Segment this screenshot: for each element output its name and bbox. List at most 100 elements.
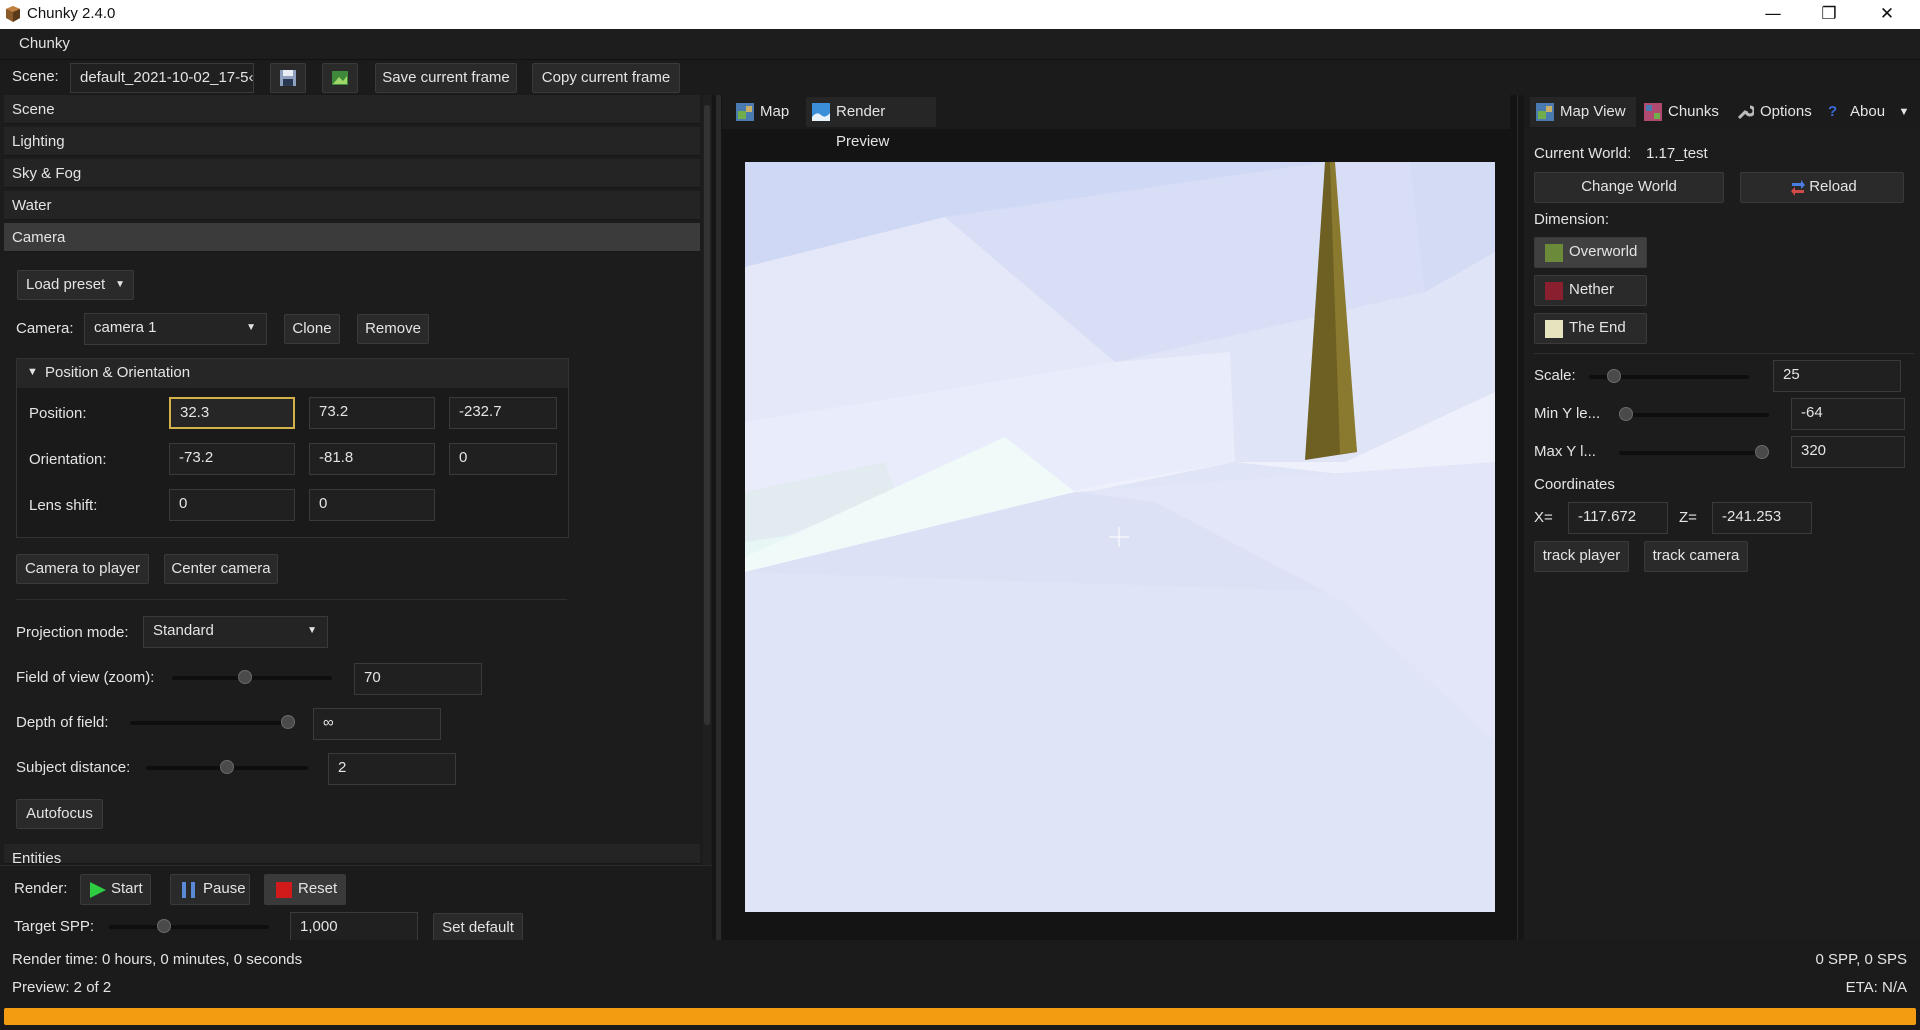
camera-to-player-button[interactable]: Camera to player [16, 554, 149, 584]
camera-select-value: camera 1 [94, 319, 157, 336]
copy-current-frame-button[interactable]: Copy current frame [532, 63, 680, 93]
save-scene-button[interactable] [270, 63, 306, 93]
position-z-field[interactable]: -232.7 [449, 397, 557, 429]
scene-label: Scene: [12, 68, 59, 85]
fov-label: Field of view (zoom): [16, 669, 155, 686]
scene-settings-panel: Scene Lighting Sky & Fog Water Camera Lo… [0, 95, 712, 944]
tab-options[interactable]: Options [1730, 97, 1818, 127]
dimension-overworld-button[interactable]: Overworld [1534, 237, 1647, 268]
remove-camera-button[interactable]: Remove [357, 314, 429, 344]
section-entities[interactable]: Entities [4, 844, 700, 864]
lens-shift-y-field[interactable]: 0 [309, 489, 435, 521]
track-player-button[interactable]: track player [1534, 541, 1629, 572]
position-orientation-header[interactable]: ▼ Position & Orientation [17, 359, 568, 388]
minimize-button[interactable]: — [1744, 0, 1802, 29]
scale-field[interactable]: 25 [1773, 360, 1901, 392]
depth-of-field-slider-knob[interactable] [281, 715, 295, 729]
menu-chunky[interactable]: Chunky [19, 35, 70, 52]
projection-mode-select[interactable]: Standard ▼ [143, 616, 328, 648]
position-x-field[interactable]: 32.3 [169, 397, 295, 429]
min-y-slider[interactable] [1619, 407, 1769, 421]
min-y-label: Min Y le... [1534, 405, 1601, 422]
image-folder-icon [332, 71, 348, 85]
target-spp-slider-knob[interactable] [157, 919, 172, 933]
reset-render-button[interactable]: Reset [264, 874, 346, 905]
map-tabbar: Map View Chunks Options ? Abou ▼ [1524, 95, 1920, 129]
chunks-icon [1644, 103, 1662, 121]
depth-of-field-slider[interactable] [130, 715, 295, 729]
target-spp-slider[interactable] [109, 919, 269, 933]
load-preset-label: Load preset [26, 276, 106, 293]
pause-label: Pause [203, 880, 246, 897]
subject-distance-field[interactable]: 2 [328, 753, 456, 785]
tab-overflow-button[interactable]: ▼ [1892, 97, 1916, 127]
max-y-slider-knob[interactable] [1755, 445, 1769, 459]
depth-of-field-field[interactable]: ∞ [313, 708, 441, 740]
max-y-slider[interactable] [1619, 445, 1769, 459]
render-canvas[interactable] [745, 162, 1495, 912]
section-scene[interactable]: Scene [4, 95, 700, 124]
pause-render-button[interactable]: Pause [170, 874, 250, 905]
orientation-yaw-field[interactable]: -73.2 [169, 443, 295, 475]
scale-label: Scale: [1534, 367, 1576, 384]
clone-camera-button[interactable]: Clone [284, 314, 340, 344]
maximize-button[interactable]: ❐ [1800, 0, 1858, 29]
lens-shift-x-field[interactable]: 0 [169, 489, 295, 521]
subject-distance-slider[interactable] [146, 760, 308, 774]
center-camera-button[interactable]: Center camera [164, 554, 278, 584]
load-scene-button[interactable] [322, 63, 358, 93]
render-image [745, 162, 1495, 912]
tab-render-preview[interactable]: Render Preview [806, 97, 936, 150]
autofocus-button[interactable]: Autofocus [16, 799, 103, 829]
section-water[interactable]: Water [4, 191, 700, 220]
lens-shift-label: Lens shift: [29, 497, 98, 514]
fov-field[interactable]: 70 [354, 663, 482, 695]
load-preset-dropdown[interactable]: Load preset ▼ [17, 270, 134, 300]
dimension-nether-button[interactable]: Nether [1534, 275, 1647, 306]
reload-button[interactable]: Reload [1740, 172, 1904, 203]
orientation-pitch-field[interactable]: -81.8 [309, 443, 435, 475]
position-y-field[interactable]: 73.2 [309, 397, 435, 429]
scrollbar-thumb[interactable] [704, 105, 710, 725]
fov-slider-knob[interactable] [237, 670, 252, 684]
tab-map[interactable]: Map [730, 97, 802, 127]
save-current-frame-button[interactable]: Save current frame [375, 63, 517, 93]
current-world-label: Current World: [1534, 145, 1632, 162]
scene-name-field[interactable]: default_2021-10-02_17-5‹ [70, 63, 254, 93]
section-camera[interactable]: Camera [4, 223, 700, 252]
map-panel: Map View Chunks Options ? Abou ▼ Current… [1524, 95, 1920, 940]
dimension-end-button[interactable]: The End [1534, 313, 1647, 344]
min-y-field[interactable]: -64 [1791, 398, 1905, 430]
tab-map-view[interactable]: Map View [1530, 97, 1636, 127]
z-coord-field[interactable]: -241.253 [1712, 502, 1812, 534]
start-render-button[interactable]: Start [80, 874, 151, 905]
close-button[interactable]: ✕ [1858, 0, 1916, 29]
min-y-slider-knob[interactable] [1619, 407, 1633, 421]
camera-select[interactable]: camera 1 ▼ [84, 313, 267, 345]
section-lighting[interactable]: Lighting [4, 127, 700, 156]
max-y-field[interactable]: 320 [1791, 436, 1905, 468]
change-world-button[interactable]: Change World [1534, 172, 1724, 203]
chevron-down-icon: ▼ [115, 279, 125, 290]
left-splitter[interactable] [716, 95, 721, 940]
tab-about[interactable]: ? Abou [1820, 97, 1890, 127]
reload-icon [1791, 180, 1805, 196]
tab-chunks[interactable]: Chunks [1638, 97, 1728, 127]
tab-render-preview-label: Render Preview [836, 103, 890, 150]
separator [16, 599, 567, 600]
fov-slider[interactable] [172, 670, 332, 684]
tab-about-label: Abou [1850, 103, 1886, 120]
section-sky-fog[interactable]: Sky & Fog [4, 159, 700, 188]
scale-slider-knob[interactable] [1606, 369, 1621, 383]
subject-distance-slider-knob[interactable] [220, 760, 234, 774]
track-camera-button[interactable]: track camera [1644, 541, 1748, 572]
preview-count-text: Preview: 2 of 2 [12, 979, 112, 996]
projection-mode-value: Standard [153, 622, 214, 639]
left-scrollbar[interactable] [703, 95, 711, 865]
x-coord-field[interactable]: -117.672 [1568, 502, 1668, 534]
scale-slider[interactable] [1589, 369, 1749, 383]
preview-tabbar: Map Render Preview [722, 95, 1510, 150]
set-default-button[interactable]: Set default [433, 913, 523, 943]
menu-bar: Chunky [0, 29, 1920, 60]
orientation-roll-field[interactable]: 0 [449, 443, 557, 475]
